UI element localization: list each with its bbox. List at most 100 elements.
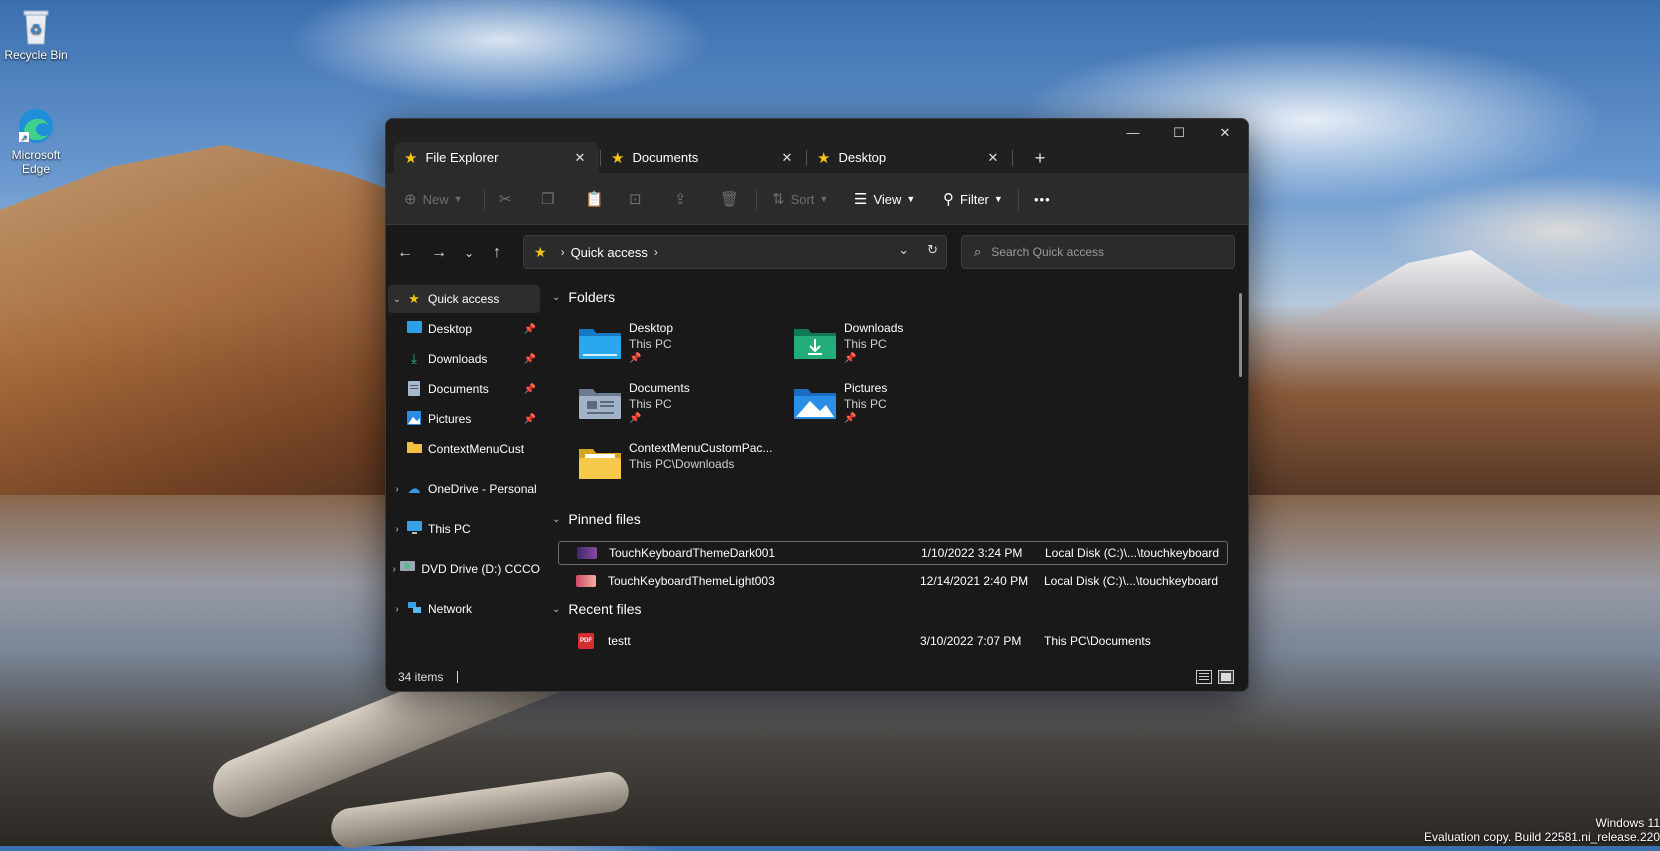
chevron-down-icon: ▼: [906, 194, 916, 204]
minimize-button[interactable]: —: [1110, 119, 1156, 147]
folder-tile-desktop[interactable]: Desktop This PC 📌: [579, 319, 809, 375]
vertical-scrollbar[interactable]: [1239, 293, 1242, 377]
close-tab-icon[interactable]: ✕: [778, 150, 796, 166]
file-name: TouchKeyboardThemeLight003: [608, 574, 775, 588]
file-date: 3/10/2022 7:07 PM: [920, 634, 1022, 648]
sidebar-item-network[interactable]: › Network: [388, 595, 540, 623]
desktop-icon-edge[interactable]: ↗ Microsoft Edge: [0, 106, 76, 176]
star-icon: ★: [408, 291, 420, 306]
image-file-icon: [577, 547, 597, 559]
copy-button[interactable]: ❐: [541, 185, 560, 213]
view-button[interactable]: ☰ View ▼: [854, 185, 915, 213]
maximize-button[interactable]: ☐: [1156, 119, 1202, 147]
sidebar-item-downloads[interactable]: ⤓ Downloads 📌: [406, 345, 540, 373]
sidebar-item-documents[interactable]: Documents 📌: [406, 375, 540, 403]
new-button[interactable]: ⊕ New ▼: [404, 185, 463, 213]
close-window-button[interactable]: ✕: [1202, 119, 1248, 147]
recent-locations-button[interactable]: ⌄: [456, 239, 482, 267]
status-divider: [457, 671, 459, 683]
file-row[interactable]: TouchKeyboardThemeLight003 12/14/2021 2:…: [558, 569, 1228, 593]
toolbar-divider: [484, 189, 485, 211]
tab-desktop[interactable]: ★ Desktop ✕: [807, 142, 1012, 173]
section-title: Folders: [568, 289, 616, 305]
file-list-pane: ⌄ Folders Desktop This PC 📌 Downloads Th…: [542, 279, 1248, 663]
paste-button[interactable]: 📋: [585, 185, 610, 213]
cut-button[interactable]: ✂: [499, 185, 518, 213]
rename-button[interactable]: ⊡: [629, 185, 648, 213]
sidebar-item-onedrive[interactable]: › ☁ OneDrive - Personal: [388, 475, 540, 503]
title-bar: ★ File Explorer ✕ ★ Documents ✕ ★ Deskto…: [386, 119, 1248, 173]
new-tab-button[interactable]: +: [1026, 145, 1054, 171]
breadcrumb-chevron-icon: ›: [560, 245, 565, 259]
forward-button[interactable]: →: [426, 239, 452, 267]
refresh-icon[interactable]: ↻: [927, 242, 938, 258]
folder-tile-contextmenucustompac[interactable]: ContextMenuCustomPac... This PC\Download…: [579, 439, 809, 495]
sidebar-item-desktop[interactable]: Desktop 📌: [406, 315, 540, 343]
arrow-right-icon: →: [431, 244, 447, 261]
folder-icon: [406, 441, 422, 457]
desktop-folder-icon: [406, 321, 422, 337]
file-location: This PC\Documents: [1044, 634, 1151, 648]
file-location: Local Disk (C:)\...\touchkeyboard: [1044, 574, 1219, 588]
file-explorer-window: ★ File Explorer ✕ ★ Documents ✕ ★ Deskto…: [385, 118, 1249, 692]
chevron-right-icon[interactable]: ›: [388, 604, 406, 615]
chevron-right-icon[interactable]: ›: [388, 564, 400, 575]
close-tab-icon[interactable]: ✕: [571, 150, 589, 166]
trash-icon: 🗑: [720, 191, 740, 208]
share-button[interactable]: ⇪: [674, 185, 693, 213]
documents-icon: [406, 381, 422, 397]
pin-icon: 📌: [844, 353, 857, 364]
chevron-right-icon[interactable]: ›: [388, 524, 406, 535]
tab-divider: [1012, 150, 1013, 166]
recent-files-section-header[interactable]: ⌄ Recent files: [552, 601, 642, 617]
folder-name: ContextMenuCustomPac...: [629, 441, 773, 455]
address-bar[interactable]: ★ › Quick access › ⌄ ↻: [523, 235, 947, 269]
pc-icon: [406, 521, 422, 537]
sidebar-item-label: Documents: [428, 382, 489, 396]
file-row[interactable]: TouchKeyboardThemeDark001 1/10/2022 3:24…: [558, 541, 1228, 565]
search-box[interactable]: ⌕ Search Quick access: [961, 235, 1235, 269]
folder-tile-downloads[interactable]: Downloads This PC 📌: [794, 319, 1024, 375]
desktop-icon-recycle-bin[interactable]: ♻ Recycle Bin: [0, 6, 76, 62]
pinned-files-section-header[interactable]: ⌄ Pinned files: [552, 511, 641, 527]
windows-watermark: Windows 11 Evaluation copy. Build 22581.…: [1424, 816, 1660, 844]
pin-icon: 📌: [844, 413, 857, 424]
folder-icon: [579, 445, 621, 479]
folders-section-header[interactable]: ⌄ Folders: [552, 289, 615, 305]
up-button[interactable]: ↑: [484, 239, 510, 267]
breadcrumb-quick-access[interactable]: Quick access: [571, 245, 648, 260]
folder-tile-documents[interactable]: Documents This PC 📌: [579, 379, 809, 435]
sort-button[interactable]: ⇅ Sort ▼: [772, 185, 828, 213]
chevron-down-icon: ▼: [819, 194, 829, 204]
sidebar-item-dvd-drive[interactable]: › DVD Drive (D:) CCCO: [388, 555, 540, 583]
tab-documents[interactable]: ★ Documents ✕: [601, 142, 806, 173]
pin-icon: 📌: [523, 413, 536, 425]
chevron-right-icon[interactable]: ›: [388, 484, 406, 495]
plus-circle-icon: ⊕: [404, 191, 417, 208]
file-row[interactable]: PDF testt 3/10/2022 7:07 PM This PC\Docu…: [558, 629, 1228, 653]
star-icon: ★: [404, 149, 418, 167]
more-options-button[interactable]: •••: [1034, 185, 1051, 213]
folder-tile-pictures[interactable]: Pictures This PC 📌: [794, 379, 1024, 435]
share-icon: ⇪: [674, 191, 687, 208]
delete-button[interactable]: 🗑: [720, 185, 745, 213]
tiles-view-button[interactable]: [1218, 670, 1234, 684]
wallpaper-mountain-right: [1240, 250, 1660, 510]
sidebar-item-quick-access[interactable]: ⌄ ★ Quick access: [388, 285, 540, 313]
address-history-icon[interactable]: ⌄: [898, 242, 909, 258]
chevron-down-icon[interactable]: ⌄: [388, 294, 406, 305]
details-view-button[interactable]: [1196, 670, 1212, 684]
status-bar: 34 items: [386, 663, 1248, 691]
star-icon: ★: [817, 149, 831, 167]
filter-button[interactable]: ⚲ Filter ▼: [943, 185, 1003, 213]
back-button[interactable]: ←: [392, 239, 418, 267]
sidebar-item-pictures[interactable]: Pictures 📌: [406, 405, 540, 433]
file-name: TouchKeyboardThemeDark001: [609, 546, 776, 560]
tab-file-explorer[interactable]: ★ File Explorer ✕: [394, 142, 599, 173]
sidebar-item-this-pc[interactable]: › This PC: [388, 515, 540, 543]
chevron-down-icon: ⌄: [552, 513, 561, 525]
close-tab-icon[interactable]: ✕: [984, 150, 1002, 166]
section-title: Pinned files: [568, 511, 641, 527]
sidebar-item-contextmenucust[interactable]: ContextMenuCust: [406, 435, 540, 463]
tiles-view-icon: [1221, 673, 1231, 681]
